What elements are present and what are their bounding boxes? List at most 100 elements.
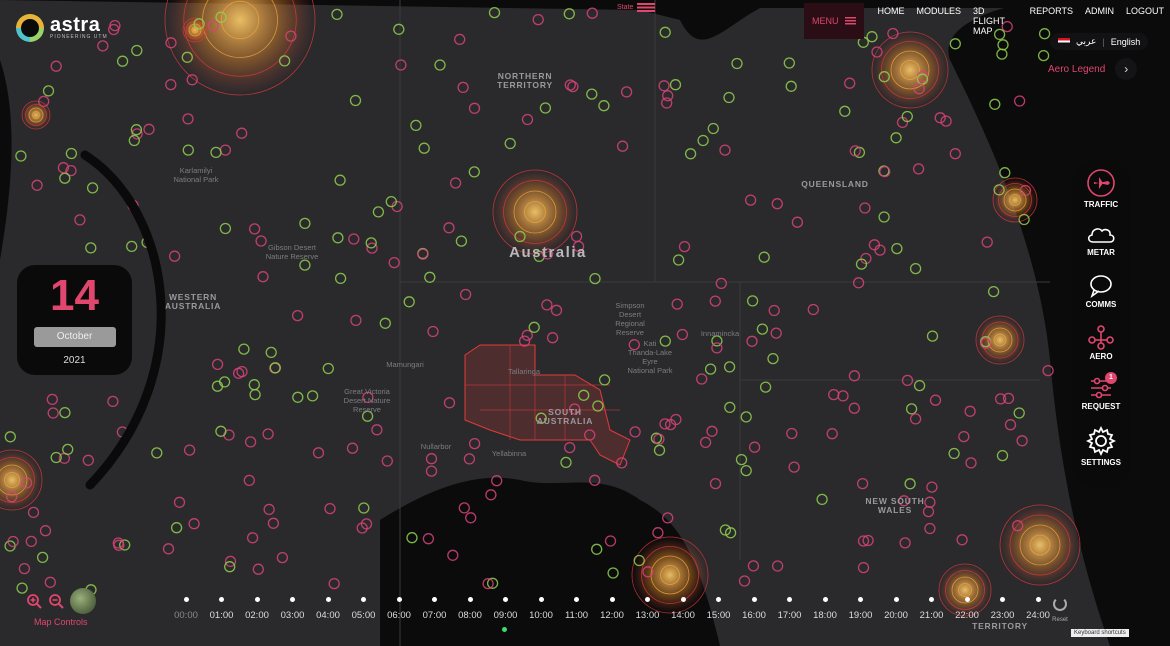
network-icon xyxy=(1088,325,1114,350)
airspace-zone xyxy=(999,504,1081,586)
timeline-hour[interactable]: 00:00 xyxy=(168,595,204,621)
timeline-hour[interactable]: 05:00 xyxy=(346,595,382,621)
timeline-hour[interactable]: 02:00 xyxy=(239,595,275,621)
map-label-park: Great Victoria xyxy=(344,387,391,396)
language-switcher: عربي | English xyxy=(1050,33,1149,50)
tool-comms[interactable]: COMMS xyxy=(1072,274,1130,309)
timeline-hour-label: 06:00 xyxy=(387,610,411,621)
tool-settings[interactable]: SETTINGS xyxy=(1072,426,1130,467)
timeline-hour[interactable]: 11:00 xyxy=(559,595,595,621)
timeline-hour[interactable]: 23:00 xyxy=(985,595,1021,621)
timeline-hour[interactable]: 03:00 xyxy=(275,595,311,621)
map-label-park: Simpson xyxy=(615,301,644,310)
zoom-out-icon[interactable] xyxy=(48,593,64,609)
date-month[interactable]: October xyxy=(33,327,116,347)
state-toggle[interactable]: State xyxy=(617,3,656,12)
timeline-hour-label: 09:00 xyxy=(493,610,518,621)
satellite-layer-toggle[interactable] xyxy=(70,588,96,614)
timeline-hour[interactable]: 12:00 xyxy=(594,595,630,621)
map-label-place: Yellabinna xyxy=(492,449,527,458)
tool-traffic-label: TRAFFIC xyxy=(1083,200,1119,209)
timeline-hour-label: 08:00 xyxy=(458,610,482,621)
map-controls-label: Map Controls xyxy=(34,617,88,627)
map-label-park: Kati xyxy=(644,339,657,348)
tool-aero[interactable]: AERO xyxy=(1072,324,1130,361)
timeline-hour-label: 19:00 xyxy=(848,610,873,621)
timeline-dot xyxy=(254,597,260,602)
timeline-hour[interactable]: 07:00 xyxy=(417,595,453,621)
gear-icon xyxy=(1086,426,1116,456)
map-label-region: TERRITORY xyxy=(497,80,553,90)
aero-legend-label: Aero Legend xyxy=(1048,63,1106,75)
timeline-hour[interactable]: 18:00 xyxy=(807,595,843,621)
timeline-hour[interactable]: 17:00 xyxy=(772,595,808,621)
tool-traffic[interactable]: TRAFFIC xyxy=(1072,168,1130,209)
logo-ring-icon xyxy=(16,14,44,42)
timeline-hour[interactable]: 21:00 xyxy=(914,595,950,621)
timeline-dot xyxy=(361,597,366,602)
reset-label: Reset xyxy=(1052,617,1068,623)
date-year: 2021 xyxy=(63,355,86,366)
timeline-hour-label: 13:00 xyxy=(635,610,660,621)
timeline-hour[interactable]: 16:00 xyxy=(736,595,772,621)
lang-english[interactable]: English xyxy=(1111,37,1141,47)
map-label-park: Desert Nature xyxy=(344,396,391,405)
state-bars-icon xyxy=(637,3,656,12)
menu-button[interactable]: MENU xyxy=(804,3,864,39)
timeline-hour[interactable]: 15:00 xyxy=(701,595,737,621)
keyboard-shortcuts-link[interactable]: Keyboard shortcuts xyxy=(1071,629,1129,637)
timeline-dot xyxy=(787,597,792,602)
timeline-hour-label: 21:00 xyxy=(919,610,944,621)
timeline-hour-label: 12:00 xyxy=(600,610,624,621)
lang-arabic[interactable]: عربي xyxy=(1076,36,1096,47)
cloud-icon xyxy=(1087,228,1115,243)
tool-settings-label: SETTINGS xyxy=(1080,458,1121,467)
timeline-dot xyxy=(396,597,402,602)
timeline-hour[interactable]: 10:00 xyxy=(523,595,559,621)
timeline-hour[interactable]: 04:00 xyxy=(310,595,346,621)
timeline-hour[interactable]: 19:00 xyxy=(843,595,879,621)
zoom-in-icon[interactable] xyxy=(26,593,42,609)
timeline-dot xyxy=(325,597,331,602)
timeline-hour-label: 00:00 xyxy=(174,610,198,621)
nav-3d-flight-map[interactable]: 3D FLIGHT MAP xyxy=(967,3,1024,39)
timeline-dot xyxy=(1000,597,1005,602)
timeline-hour-label: 01:00 xyxy=(209,610,234,621)
timeline-hour[interactable]: 22:00 xyxy=(949,595,985,621)
time-slider[interactable]: 00:00 01:00 02:00 03:00 04:00 05:00 06:00 07:00… xyxy=(168,595,1068,635)
reset-button[interactable]: Reset xyxy=(1048,597,1072,623)
timeline-hour[interactable]: 20:00 xyxy=(878,595,914,621)
tool-request[interactable]: 1 REQUEST xyxy=(1072,372,1130,411)
menu-label: MENU xyxy=(812,16,839,26)
nav-home[interactable]: HOME xyxy=(872,3,911,39)
timeline-dot xyxy=(716,597,721,602)
map-label-park: Gibson Desert xyxy=(268,243,317,252)
uae-flag-icon xyxy=(1058,38,1070,45)
timeline-dot xyxy=(432,597,437,602)
map-label-place: Nullarbor xyxy=(421,442,452,451)
nav-modules[interactable]: MODULES xyxy=(911,3,968,39)
timeline-hour[interactable]: 08:00 xyxy=(452,595,488,621)
timeline-hour-label: 18:00 xyxy=(813,610,837,621)
chevron-right-icon[interactable]: › xyxy=(1115,58,1138,80)
timeline-hour[interactable]: 06:00 xyxy=(381,595,417,621)
timeline-dot xyxy=(822,597,828,602)
timeline-hour-label: 03:00 xyxy=(280,610,305,621)
astra-logo[interactable]: astra PIONEERING UTM xyxy=(16,14,108,42)
timeline-hour-label: 15:00 xyxy=(706,610,731,621)
timeline-hour[interactable]: 01:00 xyxy=(204,595,240,621)
map-label-park: Nature Reserve xyxy=(266,252,319,261)
map-label-place: Innamincka xyxy=(701,329,740,338)
brand-tagline: PIONEERING UTM xyxy=(50,34,108,40)
tool-metar[interactable]: METAR xyxy=(1072,222,1130,257)
date-widget[interactable]: 14 October 2021 xyxy=(17,265,132,375)
timeline-hour[interactable]: 14:00 xyxy=(665,595,701,621)
map-label-park: Regional xyxy=(615,319,645,328)
right-tool-panel: TRAFFIC METAR COMMS AERO 1 REQUEST SETTI… xyxy=(1072,160,1130,488)
timeline-dot xyxy=(467,597,473,602)
timeline-hour-label: 10:00 xyxy=(529,610,553,621)
timeline-hour[interactable]: 13:00 xyxy=(630,595,666,621)
timeline-dot xyxy=(680,597,686,602)
aero-legend[interactable]: Aero Legend › xyxy=(1048,58,1138,80)
timeline-hour[interactable]: 09:00 xyxy=(488,595,524,621)
